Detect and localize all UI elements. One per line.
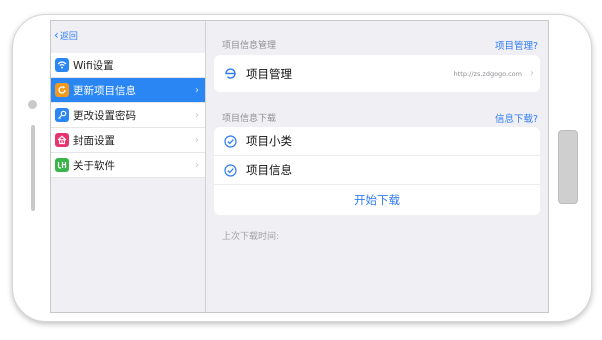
sidebar-item-label: 更新项目信息 — [73, 84, 136, 97]
sidebar-item-change-password[interactable]: 更改设置密码 › — [51, 103, 205, 128]
project-section-header: 项目信息管理 项目管理? — [222, 38, 538, 52]
sidebar-item-label: Wifi设置 — [73, 59, 114, 72]
home-indicator-slot — [31, 125, 35, 211]
option-row-info[interactable]: 项目信息 — [214, 155, 540, 184]
last-download-time-label: 上次下载时间: — [222, 232, 280, 242]
sidebar-item-label: 关于软件 — [73, 159, 115, 172]
check-circle-icon — [223, 134, 237, 148]
option-label: 项目信息 — [246, 163, 292, 177]
back-button[interactable]: ‹ 返回 — [51, 21, 205, 49]
app-screen: ‹ 返回 Wifi设置 更新项目信息 › 更改设置密码 › 封面设置 › 关于软… — [50, 20, 549, 313]
settings-sidebar: ‹ 返回 Wifi设置 更新项目信息 › 更改设置密码 › 封面设置 › 关于软… — [51, 21, 206, 312]
settings-menu: Wifi设置 更新项目信息 › 更改设置密码 › 封面设置 › 关于软件 › — [51, 53, 205, 178]
download-help-link[interactable]: 信息下载? — [495, 111, 538, 125]
e-icon — [223, 67, 237, 81]
back-label: 返回 — [59, 31, 78, 42]
chevron-left-icon: ‹ — [54, 28, 59, 42]
sidebar-item-label: 封面设置 — [73, 134, 115, 147]
project-management-row[interactable]: 项目管理 http://zs.zdgogo.com › — [214, 55, 540, 92]
chevron-right-icon: › — [195, 84, 199, 96]
sidebar-item-update-project[interactable]: 更新项目信息 › — [51, 78, 205, 103]
chevron-right-icon: › — [530, 68, 534, 79]
check-circle-icon — [223, 163, 237, 177]
refresh-icon — [55, 83, 69, 97]
camera-dot — [28, 100, 37, 109]
chevron-right-icon: › — [195, 159, 199, 171]
start-download-button[interactable]: 开始下载 — [214, 184, 540, 215]
option-row-subcategory[interactable]: 项目小类 — [214, 127, 540, 155]
home-button[interactable] — [558, 130, 578, 204]
app-icon — [55, 158, 69, 172]
project-help-link[interactable]: 项目管理? — [495, 38, 538, 52]
chevron-right-icon: › — [195, 109, 199, 121]
project-url: http://zs.zdgogo.com — [453, 69, 522, 78]
sidebar-item-about[interactable]: 关于软件 › — [51, 153, 205, 178]
option-label: 项目小类 — [246, 134, 292, 148]
download-section-header: 项目信息下载 信息下载? — [222, 111, 538, 125]
main-content: 项目信息管理 项目管理? 项目管理 http://zs.zdgogo.com ›… — [206, 21, 548, 312]
section-title: 项目信息下载 — [222, 114, 277, 124]
chevron-right-icon: › — [195, 134, 199, 146]
wifi-icon — [55, 58, 69, 72]
key-icon — [55, 108, 69, 122]
sidebar-item-wifi[interactable]: Wifi设置 — [51, 53, 205, 78]
row-label: 项目管理 — [246, 66, 292, 81]
download-card: 项目小类 项目信息 开始下载 — [214, 127, 540, 215]
section-title: 项目信息管理 — [222, 41, 277, 51]
sidebar-item-cover-settings[interactable]: 封面设置 › — [51, 128, 205, 153]
home-icon — [55, 133, 69, 147]
project-card: 项目管理 http://zs.zdgogo.com › — [214, 55, 540, 92]
sidebar-item-label: 更改设置密码 — [73, 109, 136, 122]
